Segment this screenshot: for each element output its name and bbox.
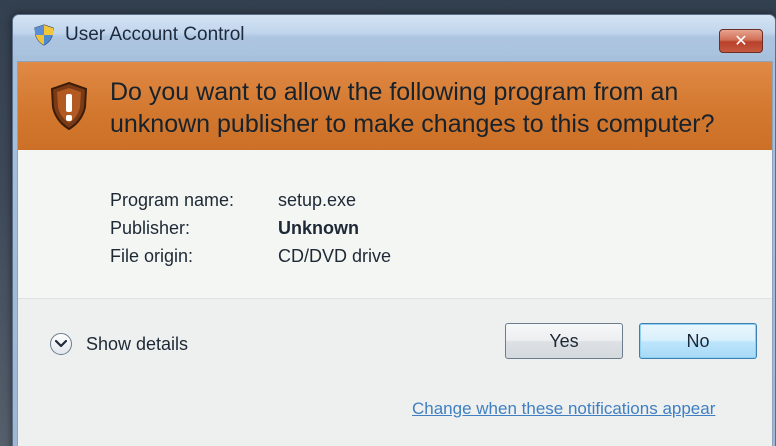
uac-question: Do you want to allow the following progr… — [110, 78, 715, 138]
yes-button[interactable]: Yes — [505, 323, 623, 359]
close-icon: ✕ — [734, 31, 748, 50]
chevron-down-icon[interactable] — [50, 333, 72, 355]
publisher-value: Unknown — [278, 218, 359, 238]
publisher-label: Publisher: — [110, 218, 191, 238]
close-button[interactable]: ✕ — [719, 29, 763, 53]
desktop-background: User Account Control ✕ Do you want to al… — [0, 0, 776, 446]
program-name-label: Program name: — [110, 190, 235, 210]
change-notifications-link[interactable]: Change when these notifications appear — [412, 399, 715, 419]
dialog-content: Do you want to allow the following progr… — [17, 61, 773, 446]
file-origin-label: File origin: — [110, 246, 194, 266]
warning-shield-icon — [48, 81, 90, 131]
show-details-label[interactable]: Show details — [86, 334, 188, 355]
uac-shield-icon — [33, 24, 55, 46]
info-row-file-origin: File origin: CD/DVD drive — [110, 242, 391, 270]
uac-dialog: User Account Control ✕ Do you want to al… — [12, 14, 776, 446]
info-row-publisher: Publisher: Unknown — [110, 214, 391, 242]
file-origin-value: CD/DVD drive — [278, 246, 392, 266]
window-title: User Account Control — [65, 24, 245, 45]
title-bar[interactable]: User Account Control ✕ — [13, 15, 775, 55]
program-name-value: setup.exe — [278, 190, 357, 210]
info-row-program-name: Program name: setup.exe — [110, 186, 391, 214]
warning-banner: Do you want to allow the following progr… — [18, 62, 772, 150]
program-info: Program name: setup.exe Publisher: Unkno… — [110, 186, 391, 270]
no-button[interactable]: No — [639, 323, 757, 359]
dialog-footer: Show details Yes No Change when these no… — [18, 298, 772, 446]
show-details-toggle[interactable]: Show details — [50, 333, 188, 355]
